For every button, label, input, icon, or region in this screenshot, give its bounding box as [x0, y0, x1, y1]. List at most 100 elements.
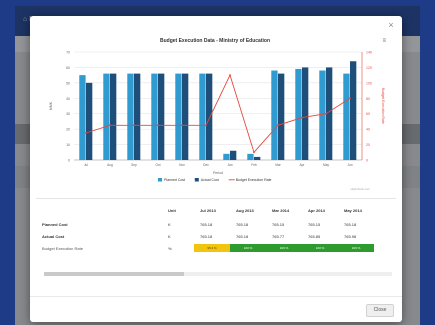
execution-rate-badge: 100 %	[302, 244, 338, 252]
legend-swatch	[194, 178, 199, 182]
scrollbar-thumb[interactable]	[44, 272, 184, 276]
bar-actual-cost	[278, 73, 285, 160]
y2-tick-label: 20	[366, 143, 370, 147]
line-point	[229, 74, 231, 77]
table-row: Unit Jul 2013 Aug 2013 Mar 2014 Apr 2014 May …	[40, 206, 395, 215]
execution-rate-badge: 100 %	[230, 244, 266, 252]
line-point	[181, 124, 183, 127]
line-point	[205, 124, 207, 127]
y-tick-label: 30	[66, 112, 70, 116]
row-label: Budget Execution Rate	[42, 246, 83, 251]
row-label: Planned Cost	[42, 222, 68, 227]
y-tick-label: 60	[66, 66, 70, 70]
legend-label: Planned Cost	[164, 178, 185, 182]
x-tick-label: May	[323, 163, 329, 167]
table-cell: 765.15	[272, 222, 285, 227]
y2-tick-label: 140	[366, 51, 372, 55]
table-row: Planned Cost K 765.18 765.18 765.15 765.15 765…	[40, 220, 395, 229]
y-tick-label: 10	[66, 143, 70, 147]
bar-planned-cost	[127, 73, 134, 160]
x-tick-label: Jun	[347, 163, 352, 167]
line-point	[253, 151, 255, 154]
x-tick-label: Mar	[275, 163, 281, 167]
divider	[36, 198, 396, 199]
y-axis-title: MMK	[49, 101, 53, 110]
bar-planned-cost	[103, 73, 110, 160]
chart-modal: × Budget Execution Data - Ministry of Ed…	[30, 16, 402, 322]
bar-planned-cost	[79, 75, 86, 160]
line-point	[349, 97, 351, 100]
table-cell: 765.15	[308, 222, 321, 227]
bar-actual-cost	[134, 73, 141, 160]
table-cell: %	[168, 246, 172, 251]
x-tick-label: Jul	[84, 163, 88, 167]
bar-actual-cost	[110, 73, 117, 160]
y2-tick-label: 120	[366, 66, 372, 70]
row-label: Actual Cost	[42, 234, 65, 239]
footer-divider	[30, 296, 402, 297]
bar-planned-cost	[343, 73, 350, 160]
bar-actual-cost	[350, 61, 357, 160]
bar-planned-cost	[271, 70, 278, 160]
table-cell: Unit	[168, 208, 176, 213]
table-cell: K	[168, 222, 171, 227]
y2-tick-label: 40	[366, 128, 370, 132]
table-row: Budget Execution Rate% 95.3 % 100 % 100 % 10…	[40, 244, 395, 253]
bar-planned-cost	[175, 73, 182, 160]
x-tick-label: Apr	[300, 163, 306, 167]
bar-actual-cost	[302, 67, 309, 160]
x-tick-label: Nov	[179, 163, 185, 167]
y2-axis-title: Budget Execution Rate	[381, 88, 385, 124]
execution-rate-badge: 100 %	[266, 244, 302, 252]
chart-title: Budget Execution Data - Ministry of Educ…	[159, 38, 270, 44]
bar-actual-cost	[206, 73, 213, 160]
y2-tick-label: 80	[366, 97, 370, 101]
chart-credit: Highcharts.com	[351, 187, 371, 191]
table-cell: 765.85	[308, 234, 321, 239]
bar-actual-cost	[254, 156, 261, 160]
bar-planned-cost	[199, 73, 206, 160]
table-cell: 765.18	[344, 222, 357, 227]
line-point	[325, 112, 327, 115]
legend-swatch	[158, 178, 162, 182]
table-cell: 765.18	[200, 234, 213, 239]
line-point	[301, 116, 303, 119]
y2-tick-label: 60	[366, 112, 370, 116]
chart: Budget Execution Data - Ministry of Educ…	[40, 34, 390, 194]
table-cell: May 2014	[344, 208, 362, 213]
x-tick-label: Sep	[131, 163, 137, 167]
line-point	[85, 132, 87, 134]
execution-rate-badge: 95.3 %	[194, 244, 230, 252]
line-point	[133, 124, 135, 127]
close-icon[interactable]: ×	[386, 20, 396, 30]
close-button[interactable]: Close	[366, 304, 394, 317]
chart-svg: 0 10 20 30 40 50 60 70 0 20 40 60 80 100 120 140 MMK Budg…	[49, 51, 385, 192]
y2-tick-label: 0	[366, 159, 368, 163]
y-tick-label: 20	[66, 128, 70, 132]
x-tick-label: Dec	[203, 163, 209, 167]
x-tick-label: Oct	[156, 163, 161, 167]
chart-menu-icon[interactable]: ≡	[382, 38, 386, 44]
table-cell: 765.18	[236, 222, 249, 227]
y2-tick-label: 100	[366, 81, 372, 85]
execution-rate-badge: 100 %	[338, 244, 374, 252]
table-cell: 765.18	[236, 234, 249, 239]
table-cell: 765.98	[344, 234, 357, 239]
legend-label: Budget Execution Rate	[236, 178, 272, 182]
line-point	[157, 124, 159, 127]
table-cell: 765.18	[200, 222, 213, 227]
bar-actual-cost	[326, 67, 333, 160]
y-tick-label: 70	[66, 51, 70, 55]
bar-planned-cost	[223, 153, 230, 160]
table-scrollbar[interactable]	[44, 272, 392, 276]
x-tick-label: Feb	[251, 163, 257, 167]
legend-label: Actual Cost	[201, 178, 219, 182]
table-row: Actual Cost K 765.18 765.18 765.77 765.85 765.…	[40, 232, 395, 241]
y-tick-label: 0	[68, 159, 70, 163]
bar-planned-cost	[247, 153, 254, 160]
bar-planned-cost	[319, 70, 326, 160]
bar-planned-cost	[295, 68, 302, 160]
table-cell: Mar 2014	[272, 208, 290, 213]
line-point	[109, 124, 111, 127]
table-cell: Apr 2014	[308, 208, 325, 213]
